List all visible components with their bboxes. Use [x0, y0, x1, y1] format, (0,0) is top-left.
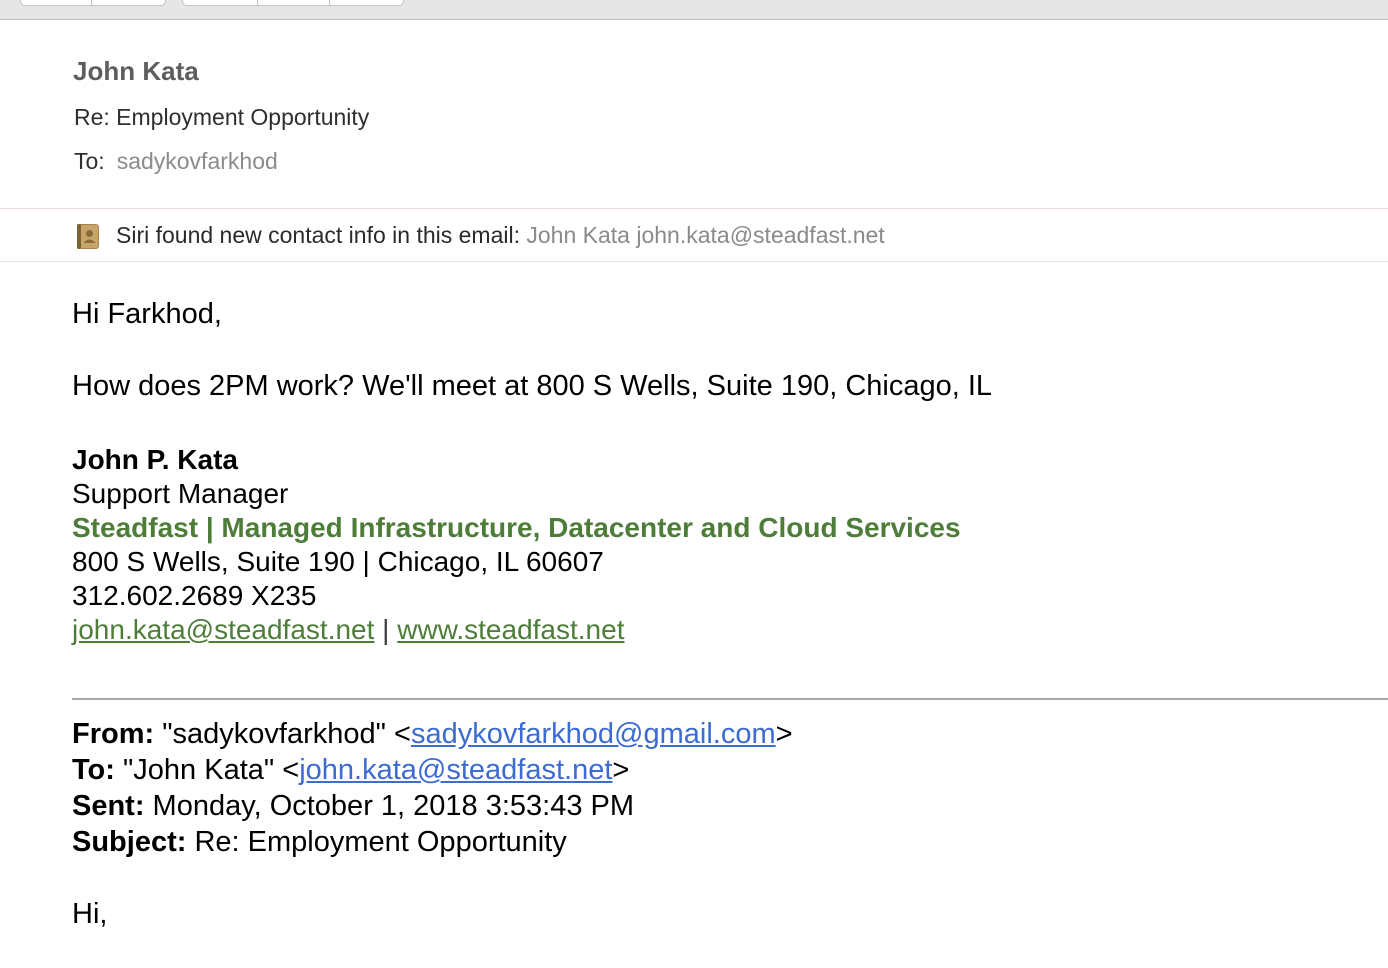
- message-text: How does 2PM work? We'll meet at 800 S W…: [72, 370, 993, 402]
- sent-label: Sent:: [72, 790, 145, 822]
- to-header-label: To:: [72, 754, 115, 786]
- to-close: >: [612, 754, 630, 786]
- signature-company: Steadfast | Managed Infrastructure, Data…: [72, 512, 961, 543]
- to-label: To:: [74, 148, 105, 174]
- toolbar: [0, 0, 1388, 20]
- quote-divider: [72, 698, 1388, 700]
- subject-label: Subject:: [72, 826, 187, 858]
- toolbar-button[interactable]: [258, 0, 331, 5]
- contacts-book-icon: [77, 224, 99, 249]
- signature-email-link[interactable]: john.kata@steadfast.net: [72, 614, 374, 645]
- toolbar-button[interactable]: [21, 0, 92, 5]
- quoted-subject-line: Subject: Re: Employment Opportunity: [72, 826, 567, 859]
- signature-address: 800 S Wells, Suite 190 | Chicago, IL 606…: [72, 546, 604, 577]
- toolbar-button-group-left: [20, 0, 166, 6]
- quoted-sent-line: Sent: Monday, October 1, 2018 3:53:43 PM: [72, 790, 634, 823]
- sender-name[interactable]: John Kata: [73, 56, 199, 87]
- from-email-link[interactable]: sadykovfarkhod@gmail.com: [411, 718, 776, 750]
- signature-name: John P. Kata: [72, 444, 238, 475]
- signature-phone: 312.602.2689 X235: [72, 580, 317, 611]
- toolbar-button[interactable]: [330, 0, 403, 5]
- link-separator: |: [374, 614, 398, 645]
- sent-value: Monday, October 1, 2018 3:53:43 PM: [144, 790, 635, 822]
- siri-message: Siri found new contact info in this emai…: [116, 222, 520, 248]
- signature-website-link[interactable]: www.steadfast.net: [397, 614, 624, 645]
- quoted-salutation: Hi,: [72, 898, 108, 930]
- recipient-name[interactable]: sadykovfarkhod: [117, 148, 278, 174]
- to-email-link[interactable]: john.kata@steadfast.net: [299, 754, 612, 786]
- quoted-from-line: From: "sadykovfarkhod" <sadykovfarkhod@g…: [72, 718, 793, 751]
- email-subject: Re: Employment Opportunity: [74, 104, 370, 130]
- siri-banner-text: Siri found new contact info in this emai…: [116, 222, 885, 249]
- toolbar-button[interactable]: [183, 0, 258, 5]
- signature-links: john.kata@steadfast.net | www.steadfast.…: [72, 614, 624, 646]
- recipient-line: To: sadykovfarkhod: [74, 148, 278, 175]
- toolbar-button[interactable]: [92, 0, 165, 5]
- email-view: John Kata Re: Employment Opportunity To:…: [0, 0, 1388, 968]
- siri-contact-banner: Siri found new contact info in this emai…: [0, 208, 1388, 262]
- from-name: "sadykovfarkhod" <: [154, 718, 411, 750]
- to-name: "John Kata" <: [114, 754, 300, 786]
- greeting: Hi Farkhod,: [72, 298, 222, 330]
- from-label: From:: [72, 718, 155, 750]
- quoted-to-line: To: "John Kata" <john.kata@steadfast.net…: [72, 754, 629, 787]
- siri-contact-info[interactable]: John Kata john.kata@steadfast.net: [526, 222, 884, 248]
- toolbar-button-group-right: [182, 0, 404, 6]
- signature-title: Support Manager: [72, 478, 289, 509]
- from-close: >: [775, 718, 793, 750]
- subject-value: Re: Employment Opportunity: [186, 826, 567, 858]
